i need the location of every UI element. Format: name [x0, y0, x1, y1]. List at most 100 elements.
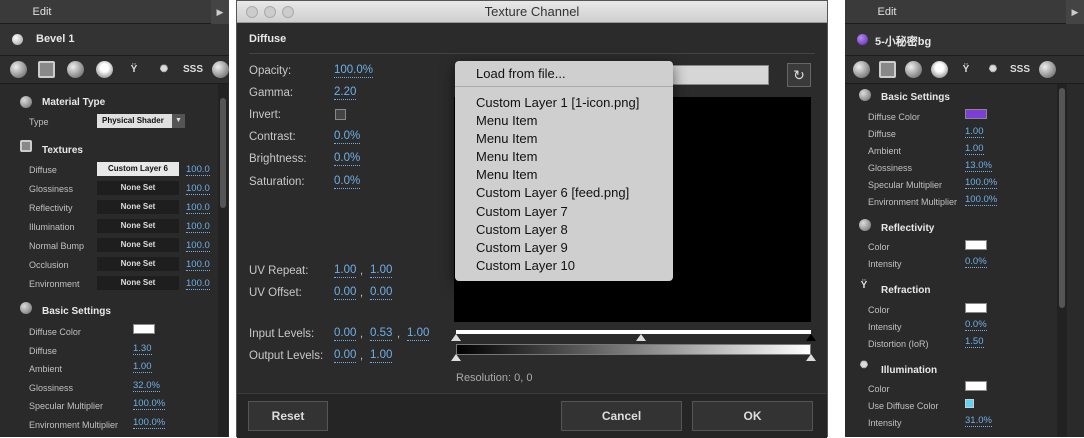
menu-item[interactable]: Menu Item	[476, 167, 537, 182]
cancel-button[interactable]: Cancel	[561, 401, 682, 431]
basic-value[interactable]: 1.00	[965, 143, 984, 155]
menu-item[interactable]: Custom Layer 9	[476, 240, 568, 255]
reflectivity-color-swatch[interactable]	[965, 240, 987, 250]
material-header[interactable]: Bevel 1	[0, 24, 229, 56]
illumination-intensity-value[interactable]: 31.0%	[965, 415, 992, 427]
output-levels-high[interactable]: 1.00	[370, 348, 393, 363]
refraction-glass-icon[interactable]: Ÿ	[955, 61, 977, 78]
value-separator: ,	[397, 328, 401, 340]
sss-icon[interactable]: SSS	[1009, 61, 1031, 78]
input-levels-low[interactable]: 0.00	[334, 326, 357, 341]
basic-value[interactable]: 100.0%	[133, 398, 166, 410]
distortion-value[interactable]: 1.50	[965, 336, 984, 348]
output-levels-slider[interactable]	[456, 344, 811, 355]
lock-icon[interactable]	[931, 61, 948, 78]
input-mid-handle[interactable]	[636, 334, 646, 341]
texture-image-icon[interactable]	[879, 61, 896, 78]
texture-slot[interactable]: Custom Layer 6	[97, 162, 179, 176]
use-diffuse-color-checkbox[interactable]	[965, 399, 974, 408]
gamma-value[interactable]: 2.20	[334, 85, 357, 100]
basic-value[interactable]: 100.0%	[133, 417, 166, 429]
refraction-color-swatch[interactable]	[965, 303, 987, 313]
reflect-sphere-icon[interactable]	[905, 61, 922, 78]
texture-slot[interactable]: None Set	[97, 219, 179, 233]
input-levels-slider[interactable]	[456, 330, 811, 334]
collapse-arrow-icon[interactable]: ▶	[211, 0, 229, 24]
texture-slot[interactable]: None Set	[97, 181, 179, 195]
texture-strength[interactable]: 100.0	[186, 202, 210, 214]
basic-value[interactable]: 1.00	[965, 126, 984, 138]
texture-strength[interactable]: 100.0	[186, 164, 210, 176]
texture-slot[interactable]: None Set	[97, 200, 179, 214]
edit-tab[interactable]: Edit	[12, 0, 72, 24]
type-dropdown[interactable]: Physical Shader ▼	[97, 114, 185, 128]
refresh-icon[interactable]: ↻	[787, 63, 811, 87]
diffuse-color-swatch[interactable]	[965, 109, 987, 119]
globe-icon[interactable]	[212, 61, 229, 78]
basic-value[interactable]: 1.00	[133, 361, 152, 373]
menu-item[interactable]: Custom Layer 10	[476, 258, 575, 273]
reflectivity-intensity-label: Intensity	[868, 259, 902, 269]
uv-repeat-u[interactable]: 1.00	[334, 263, 357, 278]
uv-repeat-v[interactable]: 1.00	[370, 263, 393, 278]
left-scrollbar[interactable]	[218, 84, 228, 437]
reflect-sphere-icon[interactable]	[67, 61, 84, 78]
texture-strength[interactable]: 100.0	[186, 183, 210, 195]
texture-strength[interactable]: 100.0	[186, 240, 210, 252]
output-low-handle[interactable]	[451, 354, 461, 361]
uv-offset-u[interactable]: 0.00	[334, 285, 357, 300]
contrast-value[interactable]: 0.0%	[334, 129, 361, 144]
basic-value[interactable]: 100.0%	[965, 194, 998, 206]
refraction-glass-icon[interactable]: Ÿ	[123, 61, 145, 78]
basic-value[interactable]: 1.30	[133, 343, 152, 355]
uv-offset-v[interactable]: 0.00	[370, 285, 393, 300]
reset-button[interactable]: Reset	[248, 401, 328, 431]
menu-item[interactable]: Custom Layer 7	[476, 204, 568, 219]
lock-icon[interactable]	[96, 61, 113, 78]
output-high-handle[interactable]	[806, 354, 816, 361]
right-scrollbar[interactable]	[1057, 84, 1067, 437]
basic-label: Specular Multiplier	[868, 180, 943, 190]
output-levels-low[interactable]: 0.00	[334, 348, 357, 363]
input-levels-label: Input Levels:	[249, 328, 315, 340]
refraction-intensity-value[interactable]: 0.0%	[965, 319, 987, 331]
load-from-file-item[interactable]: Load from file...	[476, 66, 566, 81]
invert-checkbox[interactable]	[335, 109, 346, 120]
texture-slot[interactable]: None Set	[97, 238, 179, 252]
input-levels-mid[interactable]: 0.53	[370, 326, 393, 341]
menu-item[interactable]: Custom Layer 6 [feed.png]	[476, 185, 629, 200]
input-levels-high[interactable]: 1.00	[407, 326, 430, 341]
basic-value[interactable]: 32.0%	[133, 380, 160, 392]
ok-button[interactable]: OK	[692, 401, 813, 431]
diffuse-color-swatch[interactable]	[133, 324, 155, 334]
material-header[interactable]: 5-小秘密bg	[845, 24, 1084, 56]
edit-tab[interactable]: Edit	[857, 0, 917, 24]
opacity-value[interactable]: 100.0%	[334, 63, 374, 78]
brightness-value[interactable]: 0.0%	[334, 151, 361, 166]
illumination-bulb-icon[interactable]: ✺	[982, 61, 1004, 78]
menu-item[interactable]: Custom Layer 8	[476, 222, 568, 237]
reflectivity-intensity-value[interactable]: 0.0%	[965, 256, 987, 268]
basic-value[interactable]: 13.0%	[965, 160, 992, 172]
texture-strength[interactable]: 100.0	[186, 221, 210, 233]
menu-item[interactable]: Custom Layer 1 [1-icon.png]	[476, 95, 639, 110]
illumination-bulb-icon[interactable]: ✺	[153, 61, 175, 78]
input-high-handle[interactable]	[806, 334, 816, 341]
diffuse-sphere-icon[interactable]	[853, 61, 870, 78]
texture-slot[interactable]: None Set	[97, 257, 179, 271]
texture-strength[interactable]: 100.0	[186, 259, 210, 271]
menu-item[interactable]: Menu Item	[476, 149, 537, 164]
collapse-arrow-icon[interactable]: ▶	[1066, 0, 1084, 24]
input-low-handle[interactable]	[451, 334, 461, 341]
menu-item[interactable]: Menu Item	[476, 131, 537, 146]
texture-image-icon[interactable]	[38, 61, 55, 78]
texture-strength[interactable]: 100.0	[186, 278, 210, 290]
texture-slot[interactable]: None Set	[97, 276, 179, 290]
diffuse-sphere-icon[interactable]	[10, 61, 27, 78]
globe-icon[interactable]	[1039, 61, 1056, 78]
sss-icon[interactable]: SSS	[182, 61, 204, 78]
illumination-color-swatch[interactable]	[965, 381, 987, 391]
menu-item[interactable]: Menu Item	[476, 113, 537, 128]
saturation-value[interactable]: 0.0%	[334, 174, 361, 189]
basic-value[interactable]: 100.0%	[965, 177, 998, 189]
